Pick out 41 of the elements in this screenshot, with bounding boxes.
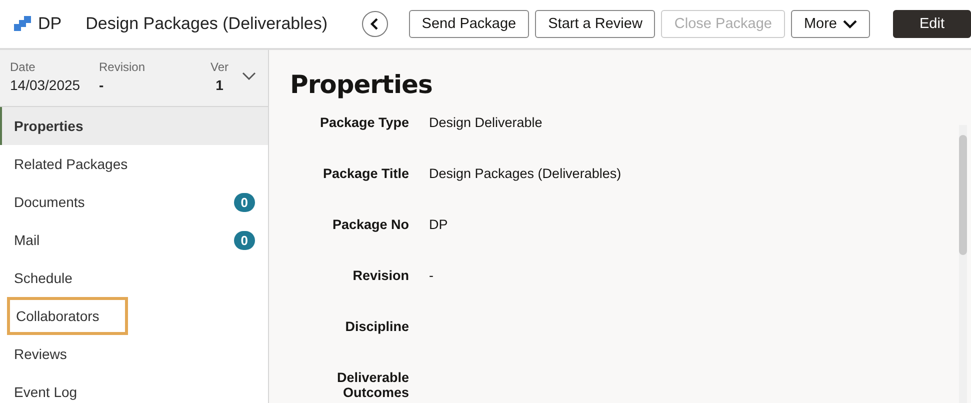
item-label: Documents xyxy=(14,194,85,210)
summary-value: 1 xyxy=(216,77,224,93)
item-label: Related Packages xyxy=(14,156,128,172)
field-label: Package Type xyxy=(318,115,409,132)
field-value: - xyxy=(429,268,434,285)
field-label: Package No xyxy=(331,217,409,234)
summary-value: 14/03/2025 xyxy=(10,77,80,93)
sidebar-item[interactable]: Event Log xyxy=(0,373,268,403)
count-badge: 0 xyxy=(234,192,255,212)
sidebar-item[interactable]: Mail 0 xyxy=(0,221,268,259)
sidebar-item[interactable]: Related Packages xyxy=(0,145,268,183)
item-label: Mail xyxy=(14,232,40,248)
field-label: Package Title xyxy=(322,166,409,183)
field-value: DP xyxy=(429,217,449,234)
item-label: Reviews xyxy=(14,346,67,362)
sidebar-item[interactable]: Documents 0 xyxy=(0,183,268,221)
count-badge: 0 xyxy=(234,230,255,250)
sidebar-item[interactable]: Properties xyxy=(0,107,268,145)
page-title: Design Packages (Deliverables) xyxy=(86,14,328,34)
menu-button[interactable]: More xyxy=(790,10,870,38)
item-label: Event Log xyxy=(14,384,78,400)
summary-label: Ver xyxy=(210,60,228,74)
action-button[interactable]: Edit xyxy=(893,10,971,38)
field-label: Discipline xyxy=(344,319,409,336)
item-label: Properties xyxy=(14,118,84,134)
summary-label: Revision xyxy=(99,60,146,74)
sidebar-item[interactable]: Collaborators xyxy=(0,297,268,335)
summary-value: - xyxy=(99,77,104,93)
action-button[interactable]: Send Package xyxy=(408,10,530,38)
action-button[interactable]: Start a Review xyxy=(535,10,656,38)
section-heading: Properties xyxy=(290,70,434,99)
field-value: Design Deliverable xyxy=(429,115,544,132)
summary-label: Date xyxy=(10,60,36,74)
field-value: Design Packages (Deliverables) xyxy=(429,166,622,183)
item-label: Schedule xyxy=(14,270,72,286)
package-code: DP xyxy=(38,14,62,34)
field-label: Deliverable Outcomes xyxy=(336,370,409,402)
highlighted-label: Collaborators xyxy=(7,297,128,335)
sidebar-item[interactable]: Reviews xyxy=(0,335,268,373)
field-label: Revision xyxy=(352,268,409,285)
sidebar-item[interactable]: Schedule xyxy=(0,259,268,297)
